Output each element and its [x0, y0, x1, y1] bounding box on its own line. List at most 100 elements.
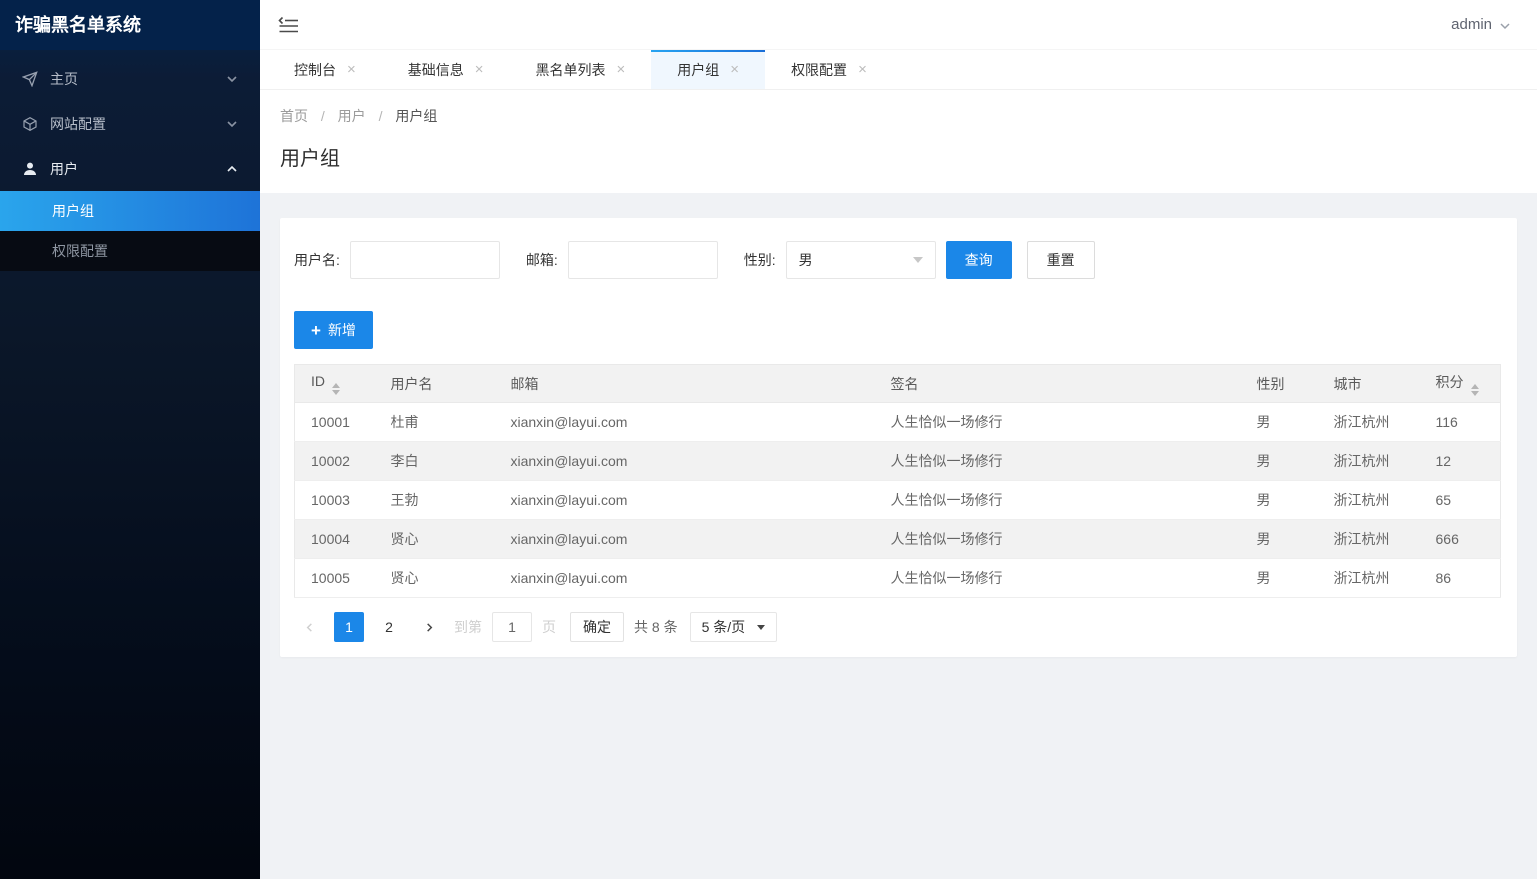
cell-id: 10004	[294, 519, 375, 559]
cube-icon	[22, 116, 38, 132]
sidebar-item-users[interactable]: 用户	[0, 146, 260, 191]
table-header-row: ID 用户名 邮箱 签名 性别 城市 积分	[294, 364, 1501, 403]
cell-score: 12	[1419, 441, 1501, 481]
gender-label: 性别:	[743, 252, 776, 268]
chevron-down-icon	[226, 118, 238, 130]
sidebar-nav: 主页 网站配置 用户 用户组 权限配置	[0, 50, 260, 271]
tab-blacklist[interactable]: 黑名单列表 ×	[510, 50, 652, 89]
sidebar-item-permission-config[interactable]: 权限配置	[0, 231, 260, 271]
cell-email: xianxin@layui.com	[494, 441, 875, 481]
gender-select[interactable]: 男	[785, 241, 936, 279]
sidebar-item-user-group[interactable]: 用户组	[0, 191, 260, 231]
column-header-email: 邮箱	[494, 364, 875, 403]
cell-username: 贤心	[374, 558, 495, 598]
table-row[interactable]: 10002 李白 xianxin@layui.com 人生恰似一场修行 男 浙江…	[294, 441, 1501, 481]
tab-label: 基础信息	[407, 61, 464, 78]
prev-page-icon[interactable]	[294, 612, 324, 642]
cell-score: 65	[1419, 480, 1501, 520]
cell-email: xianxin@layui.com	[494, 402, 875, 442]
page-unit-label: 页	[542, 619, 556, 635]
cell-signature: 人生恰似一场修行	[874, 441, 1241, 481]
cell-id: 10003	[294, 480, 375, 520]
sort-icon[interactable]	[332, 382, 340, 395]
email-label: 邮箱:	[525, 252, 558, 268]
content-card: 用户名: 邮箱: 性别: 男 查询 重置 + 新增 ID 用户名 邮箱 签名 性…	[280, 218, 1517, 657]
app-title: 诈骗黑名单系统	[0, 0, 260, 50]
query-button[interactable]: 查询	[945, 241, 1012, 279]
table-row[interactable]: 10004 贤心 xianxin@layui.com 人生恰似一场修行 男 浙江…	[294, 519, 1501, 559]
search-form: 用户名: 邮箱: 性别: 男 查询 重置	[294, 233, 1503, 297]
collapse-sidebar-icon[interactable]	[278, 16, 300, 34]
cell-email: xianxin@layui.com	[494, 558, 875, 598]
close-icon[interactable]: ×	[617, 62, 626, 77]
page-button-1[interactable]: 1	[334, 612, 364, 642]
add-button[interactable]: + 新增	[294, 311, 373, 349]
cell-gender: 男	[1240, 480, 1318, 520]
cell-username: 贤心	[374, 519, 495, 559]
goto-page-input[interactable]	[492, 612, 532, 642]
chevron-down-icon	[1499, 19, 1511, 31]
table-row[interactable]: 10001 杜甫 xianxin@layui.com 人生恰似一场修行 男 浙江…	[294, 402, 1501, 442]
user-menu[interactable]: admin	[1451, 16, 1511, 33]
cell-city: 浙江杭州	[1317, 441, 1420, 481]
cell-id: 10005	[294, 558, 375, 598]
column-header-city: 城市	[1317, 364, 1420, 403]
caret-down-icon	[912, 257, 923, 263]
reset-button[interactable]: 重置	[1026, 241, 1095, 279]
pagination: 1 2 到第 页 确定 共 8 条 5 条/页	[294, 612, 1503, 642]
cell-gender: 男	[1240, 519, 1318, 559]
tab-label: 用户组	[677, 61, 720, 78]
column-header-id[interactable]: ID	[294, 364, 375, 403]
gender-selected-value: 男	[798, 252, 813, 268]
sidebar-item-site-config[interactable]: 网站配置	[0, 101, 260, 146]
send-icon	[22, 70, 38, 87]
plus-icon: +	[311, 320, 321, 340]
sort-icon[interactable]	[1470, 383, 1479, 396]
cell-username: 李白	[374, 441, 495, 481]
confirm-button[interactable]: 确定	[570, 612, 624, 642]
breadcrumb-users[interactable]: 用户	[338, 108, 366, 124]
username-input[interactable]	[349, 241, 500, 279]
cell-id: 10001	[294, 402, 375, 442]
cell-email: xianxin@layui.com	[494, 480, 875, 520]
cell-username: 杜甫	[374, 402, 495, 442]
close-icon[interactable]: ×	[347, 62, 356, 77]
sidebar-submenu-users: 用户组 权限配置	[0, 191, 260, 271]
cell-signature: 人生恰似一场修行	[874, 402, 1241, 442]
tab-basic-info[interactable]: 基础信息 ×	[382, 50, 510, 89]
chevron-down-icon	[226, 73, 238, 85]
column-header-score[interactable]: 积分	[1419, 364, 1501, 403]
cell-score: 116	[1419, 402, 1501, 442]
sidebar-item-label: 用户	[50, 160, 78, 177]
column-header-gender: 性别	[1240, 364, 1318, 403]
sidebar-item-home[interactable]: 主页	[0, 56, 260, 101]
cell-email: xianxin@layui.com	[494, 519, 875, 559]
column-header-username: 用户名	[374, 364, 495, 403]
email-input[interactable]	[567, 241, 718, 279]
tab-user-group[interactable]: 用户组 ×	[651, 50, 766, 89]
close-icon[interactable]: ×	[858, 62, 867, 77]
page-button-2[interactable]: 2	[374, 612, 404, 642]
close-icon[interactable]: ×	[730, 62, 739, 77]
table-row[interactable]: 10005 贤心 xianxin@layui.com 人生恰似一场修行 男 浙江…	[294, 558, 1501, 598]
tab-label: 权限配置	[791, 61, 848, 78]
username-label: 用户名:	[294, 252, 340, 268]
cell-signature: 人生恰似一场修行	[874, 558, 1241, 598]
tab-label: 黑名单列表	[535, 61, 606, 78]
cell-score: 86	[1419, 558, 1501, 598]
sidebar-item-label: 主页	[50, 70, 78, 87]
cell-id: 10002	[294, 441, 375, 481]
close-icon[interactable]: ×	[475, 62, 484, 77]
per-page-select[interactable]: 5 条/页	[689, 612, 778, 642]
username: admin	[1451, 16, 1492, 33]
tab-console[interactable]: 控制台 ×	[268, 50, 382, 89]
breadcrumb-home[interactable]: 首页	[280, 108, 308, 124]
breadcrumb-separator: /	[378, 108, 383, 124]
table-row[interactable]: 10003 王勃 xianxin@layui.com 人生恰似一场修行 男 浙江…	[294, 480, 1501, 520]
cell-gender: 男	[1240, 402, 1318, 442]
goto-label: 到第	[454, 619, 482, 635]
next-page-icon[interactable]	[414, 612, 444, 642]
caret-down-icon	[757, 624, 766, 630]
breadcrumb-separator: /	[320, 108, 325, 124]
tab-permission-config[interactable]: 权限配置 ×	[765, 50, 893, 89]
